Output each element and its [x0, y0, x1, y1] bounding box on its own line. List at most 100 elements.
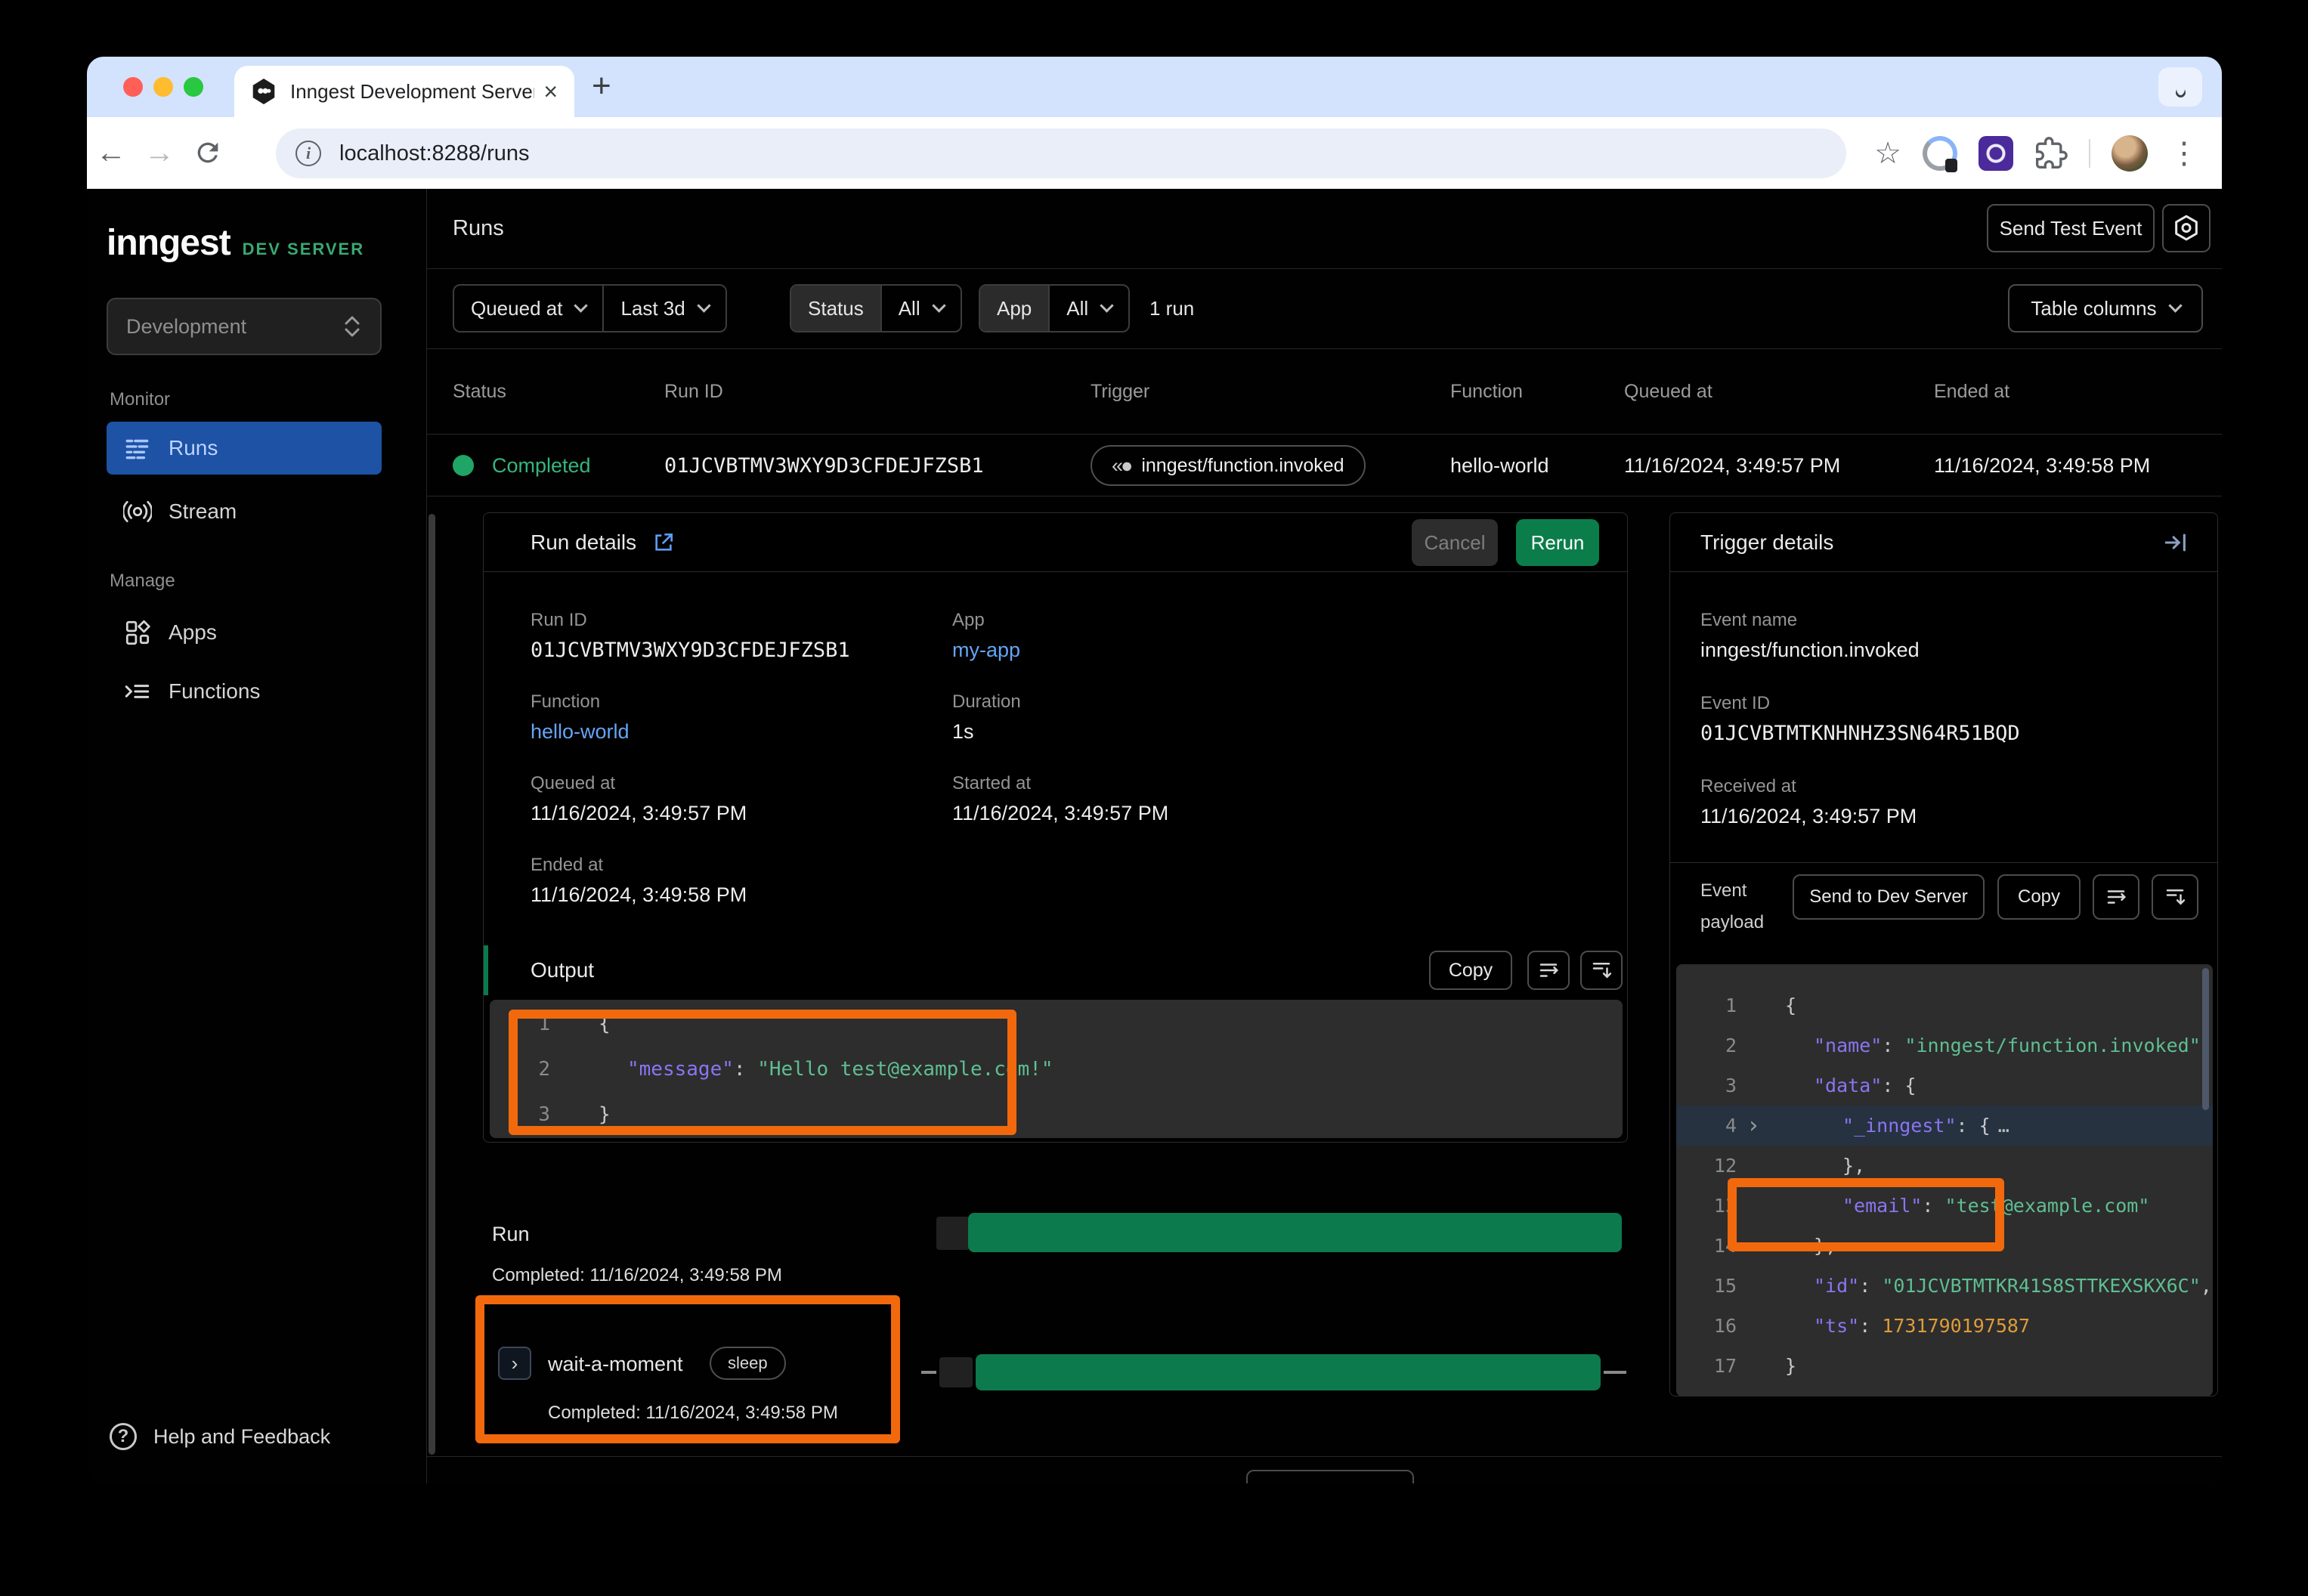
purple-extension-icon[interactable]: [1979, 136, 2013, 171]
run-id-label: Run ID: [531, 610, 587, 631]
code-text: }: [1770, 1355, 1796, 1377]
run-bar-queue-segment: [936, 1217, 970, 1250]
column-run-id: Run ID: [664, 349, 723, 435]
main-scrollbar[interactable]: [428, 514, 435, 1455]
code-text: "_inngest": {…: [1770, 1115, 2008, 1137]
column-ended-at: Ended at: [1934, 349, 2009, 435]
event-id-label: Event ID: [1700, 693, 1770, 714]
time-range-dropdown[interactable]: Last 3d: [602, 286, 725, 331]
sidebar-item-apps[interactable]: Apps: [107, 606, 382, 659]
output-copy-button[interactable]: Copy: [1429, 951, 1512, 990]
app-filter-dropdown[interactable]: All: [1048, 286, 1128, 331]
runs-icon: [123, 434, 152, 462]
queued-at-label: Queued at: [531, 773, 615, 794]
functions-icon: [123, 677, 152, 706]
payload-scrollbar[interactable]: [2202, 968, 2209, 1110]
line-number: 2: [490, 1058, 550, 1081]
scroll-to-bottom-icon-button[interactable]: [1580, 951, 1623, 990]
trigger-details-panel: Trigger details Event name inngest/funct…: [1669, 512, 2218, 1396]
dev-server-badge: DEV SERVER: [243, 240, 364, 259]
sidebar-item-label: Apps: [169, 620, 217, 645]
profile-avatar[interactable]: [2112, 135, 2148, 172]
table-columns-button[interactable]: Table columns: [2008, 284, 2203, 332]
toolbar-divider: [2089, 139, 2090, 168]
wrap-lines-icon-button[interactable]: [1527, 951, 1570, 990]
help-and-feedback[interactable]: ? Help and Feedback: [110, 1423, 330, 1450]
apps-icon: [123, 618, 152, 647]
collapse-chevron-icon[interactable]: ›: [1737, 1112, 1770, 1139]
row-queued-at: 11/16/2024, 3:49:57 PM: [1624, 435, 1840, 496]
traffic-light-zoom[interactable]: [184, 77, 203, 97]
sidebar-item-label: Runs: [169, 436, 218, 460]
new-tab-button[interactable]: +: [592, 67, 611, 105]
code-text: "email": "test@example.com": [1770, 1195, 2149, 1217]
status-filter-dropdown[interactable]: All: [880, 286, 961, 331]
bookmark-star-icon[interactable]: ☆: [1874, 136, 1901, 171]
load-more-button[interactable]: [1246, 1470, 1414, 1483]
table-row[interactable]: Completed 01JCVBTMV3WXY9D3CFDEJFZSB1 «●i…: [427, 435, 2222, 496]
payload-scroll-bottom-icon-button[interactable]: [2152, 874, 2198, 920]
time-field-filter[interactable]: Queued at Last 3d: [453, 284, 727, 332]
forward-button[interactable]: →: [135, 136, 184, 170]
help-label: Help and Feedback: [153, 1425, 330, 1449]
output-code-block[interactable]: 1{2"message": "Hello test@example.com!"3…: [490, 1000, 1623, 1138]
browser-tab[interactable]: Inngest Development Server ×: [234, 66, 574, 117]
collapse-panel-icon[interactable]: [2163, 530, 2189, 555]
environment-select[interactable]: Development: [107, 298, 382, 355]
function-link[interactable]: hello-world: [531, 720, 630, 744]
url-text: localhost:8288/runs: [339, 141, 530, 166]
line-number: 3: [490, 1103, 550, 1126]
step-expand-chevron[interactable]: ›: [498, 1347, 531, 1380]
time-field-dropdown[interactable]: Queued at: [454, 286, 602, 331]
code-line-3: 3}: [490, 1092, 1623, 1137]
payload-wrap-lines-icon-button[interactable]: [2093, 874, 2139, 920]
sidebar-item-label: Stream: [169, 500, 237, 524]
browser-window: Inngest Development Server × + ← → i loc…: [87, 57, 2222, 1483]
password-manager-extension-icon[interactable]: [1923, 136, 1957, 171]
line-number: 16: [1676, 1315, 1737, 1337]
sidebar-item-runs[interactable]: Runs: [107, 422, 382, 475]
app-link[interactable]: my-app: [952, 639, 1020, 662]
send-test-event-button[interactable]: Send Test Event: [1987, 204, 2155, 252]
screenshot-root: { "browser": { "tab_title": "Inngest Dev…: [0, 0, 2308, 1596]
code-line-15: 15"id": "01JCVBTMTKR41S8STTKEXSKX6C",: [1676, 1266, 2213, 1306]
traffic-light-close[interactable]: [123, 77, 143, 97]
tab-close-icon[interactable]: ×: [543, 79, 558, 104]
url-bar[interactable]: i localhost:8288/runs: [276, 128, 1846, 178]
cancel-button[interactable]: Cancel: [1412, 519, 1498, 566]
step-name: wait-a-moment: [548, 1353, 683, 1376]
browser-toolbar: ← → i localhost:8288/runs ☆ ⋮: [87, 117, 2222, 189]
step-timeline-bar[interactable]: [976, 1354, 1601, 1390]
started-at-value: 11/16/2024, 3:49:57 PM: [952, 802, 1168, 825]
reload-button[interactable]: [184, 138, 232, 168]
event-payload-code-block[interactable]: 1{2"name": "inngest/function.invoked",3"…: [1676, 964, 2213, 1396]
event-payload-label: Event: [1700, 880, 1746, 902]
external-link-icon[interactable]: [651, 530, 676, 555]
line-number: 15: [1676, 1275, 1737, 1297]
rerun-button[interactable]: Rerun: [1516, 519, 1599, 566]
tab-search-button[interactable]: [2158, 67, 2202, 107]
extensions-puzzle-icon[interactable]: [2034, 137, 2068, 170]
tab-title: Inngest Development Server: [290, 80, 534, 104]
site-info-icon[interactable]: i: [295, 141, 321, 166]
sidebar-item-stream[interactable]: Stream: [107, 485, 382, 538]
table-header: Status Run ID Trigger Function Queued at…: [427, 349, 2222, 435]
chevron-down-icon: [932, 298, 945, 312]
traffic-light-minimize[interactable]: [153, 77, 173, 97]
back-button[interactable]: ←: [87, 136, 135, 170]
row-status: Completed: [492, 454, 591, 478]
duration-label: Duration: [952, 691, 1021, 713]
sidebar-item-functions[interactable]: Functions: [107, 665, 382, 718]
help-icon: ?: [110, 1423, 137, 1450]
column-function: Function: [1450, 349, 1523, 435]
settings-gear-button[interactable]: [2162, 204, 2211, 252]
browser-menu-icon[interactable]: ⋮: [2169, 136, 2199, 171]
code-text: }: [583, 1103, 611, 1126]
payload-copy-button[interactable]: Copy: [1997, 874, 2081, 920]
status-filter[interactable]: Status All: [790, 284, 962, 332]
trigger-badge[interactable]: «●inngest/function.invoked: [1091, 445, 1366, 486]
column-queued-at: Queued at: [1624, 349, 1712, 435]
run-timeline-bar[interactable]: [968, 1213, 1622, 1252]
send-to-dev-server-button[interactable]: Send to Dev Server: [1793, 874, 1985, 920]
app-filter[interactable]: App All: [979, 284, 1130, 332]
